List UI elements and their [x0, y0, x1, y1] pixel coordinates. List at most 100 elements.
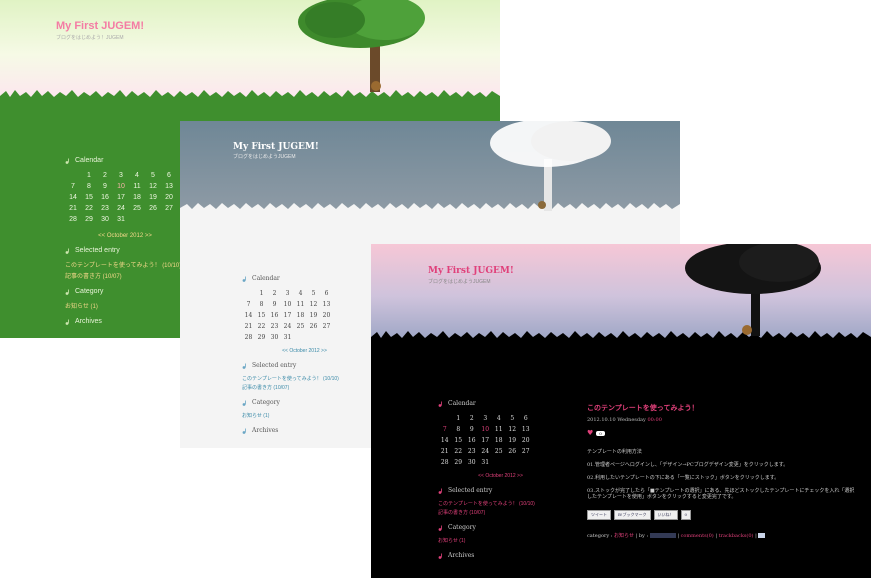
calendar-nav[interactable]: << October 2012 >>	[65, 233, 185, 239]
calendar-day: 31	[481, 459, 490, 466]
category-link[interactable]: お知らせ (1)	[242, 412, 367, 419]
comments-link[interactable]: comments(0)	[681, 533, 714, 539]
calendar-day: 16	[101, 194, 109, 201]
entry-paragraph: テンプレートの利用方法	[587, 449, 642, 455]
calendar-day[interactable]: 7	[438, 424, 452, 435]
calendar-day: 5	[311, 290, 316, 297]
calendar-day: 20	[165, 194, 173, 201]
calendar-nav[interactable]: << October 2012 >>	[242, 348, 367, 354]
calendar-day: 30	[467, 459, 476, 466]
calendar-day[interactable]: 10	[113, 181, 129, 192]
entry-time[interactable]: 00:00	[647, 417, 661, 423]
category-link[interactable]: お知らせ (1)	[65, 301, 185, 310]
calendar-grid: 1 2 3 4 5 6 7 8 9 10 11 12 13 14 15 16 17 18 19 20 21 22 23 24 2…	[438, 413, 533, 468]
calendar-day: 29	[257, 334, 266, 341]
calendar-day: 23	[270, 323, 279, 330]
calendar-day: 28	[440, 459, 449, 466]
calendar-day: 8	[456, 426, 461, 433]
archives-heading: Archives	[65, 318, 185, 325]
like-widget[interactable]: ♥ 0	[587, 429, 857, 437]
calendar-nav[interactable]: << October 2012 >>	[438, 473, 563, 479]
calendar-day: 28	[244, 334, 253, 341]
calendar-day: 29	[454, 459, 463, 466]
calendar-day[interactable]: 7	[65, 181, 81, 192]
bookmark-button[interactable]: B!ブックマーク	[614, 510, 651, 520]
selected-entry-link[interactable]: 記事の書き方 (10/07)	[438, 509, 563, 516]
selected-entry-link[interactable]: 記事の書き方 (10/07)	[242, 384, 367, 391]
trackbacks-link[interactable]: trackbacks(0)	[719, 533, 754, 539]
blog-title[interactable]: My First JUGEM!	[233, 142, 319, 152]
selected-entry-link[interactable]: このテンプレートを使ってみよう！ (10/10)	[438, 500, 563, 507]
entry: このテンプレートを使ってみよう！ 2012.10.10 Wednesday 00…	[587, 403, 857, 539]
note-icon	[438, 553, 442, 559]
calendar-day: 24	[283, 323, 292, 330]
calendar-day[interactable]: 7	[242, 299, 255, 310]
calendar-day: 1	[456, 415, 461, 422]
snow-tree-illustration	[490, 121, 611, 211]
category-heading: Category	[242, 399, 367, 406]
tweet-button[interactable]: ツイート	[587, 510, 611, 520]
calendar-day: 9	[469, 426, 474, 433]
heart-icon[interactable]: ♥	[587, 429, 593, 437]
blog-title[interactable]: My First JUGEM!	[428, 266, 514, 276]
calendar-day: 27	[165, 205, 173, 212]
calendar-day: 23	[101, 205, 109, 212]
calendar-day: 17	[481, 437, 490, 444]
calendar-day[interactable]: 10	[281, 299, 294, 310]
calendar-day: 22	[454, 448, 463, 455]
calendar-day: 14	[440, 437, 449, 444]
calendar-heading-label: Calendar	[448, 400, 476, 407]
tree-illustration	[298, 0, 425, 92]
like-button[interactable]: いいね！	[653, 510, 678, 520]
selected-entry-heading-label: Selected entry	[75, 247, 120, 254]
category-heading: Category	[65, 288, 185, 295]
category-link[interactable]: お知らせ (1)	[438, 537, 563, 544]
note-icon	[65, 158, 69, 164]
calendar-week: 28 29 30 31	[65, 214, 177, 225]
category-heading-label: Category	[75, 288, 104, 295]
entry-footer: category : お知らせ | by : | comments(0) | t…	[587, 532, 857, 539]
calendar-day: 21	[244, 323, 253, 330]
calendar-day: 8	[259, 301, 264, 308]
calendar-week: 7 8 9 10 11 12 13	[438, 424, 533, 435]
blog-title[interactable]: My First JUGEM!	[56, 20, 144, 32]
calendar-heading: Calendar	[438, 400, 563, 407]
selected-entry-heading: Selected entry	[438, 487, 563, 494]
social-buttons: ツイート B!ブックマーク いいね！ 0	[587, 510, 857, 520]
selected-entry-link[interactable]: このテンプレートを使ってみよう！ (10/10)	[65, 260, 185, 269]
calendar-week: 1 2 3 4 5 6	[438, 413, 533, 424]
calendar-day: 13	[322, 301, 331, 308]
selected-entry-link[interactable]: 記事の書き方 (10/07)	[65, 271, 185, 280]
archives-heading-label: Archives	[252, 427, 279, 434]
calendar-week: 28 29 30 31	[438, 457, 533, 468]
calendar-day: 2	[103, 172, 107, 179]
entry-paragraph: 01.管理者ページへログインし、「デザイン→PCブログデザイン変更」をクリックし…	[587, 462, 789, 468]
calendar-day: 17	[283, 312, 292, 319]
footer-category-link[interactable]: お知らせ	[614, 533, 634, 539]
calendar-heading: Calendar	[65, 157, 185, 164]
calendar-day	[438, 413, 452, 424]
calendar-day: 18	[133, 194, 141, 201]
calendar-day: 9	[272, 301, 277, 308]
calendar-day: 12	[309, 301, 318, 308]
entry-date-text: 2012.10.10 Wednesday	[587, 417, 646, 423]
calendar-day: 6	[523, 415, 528, 422]
calendar-grid: 1 2 3 4 5 6 7 8 9 10 11 12 13 14 15 16 17 18 19 20 21 22 23 24 2…	[65, 170, 177, 225]
calendar-day: 25	[296, 323, 305, 330]
like-count: 0	[596, 430, 605, 436]
calendar-day: 19	[149, 194, 157, 201]
entry-paragraph: 03.ストックが完了したら「■テンプレートの選択」にある、先ほどストックしたテン…	[587, 488, 855, 500]
like-button-count: 0	[680, 510, 692, 520]
entry-title[interactable]: このテンプレートを使ってみよう！	[587, 403, 857, 413]
selected-entry-heading-label: Selected entry	[252, 362, 297, 369]
calendar-day: 24	[117, 205, 125, 212]
note-icon	[65, 289, 69, 295]
edit-icon[interactable]	[758, 533, 766, 538]
category-heading: Category	[438, 524, 563, 531]
selected-entry-link[interactable]: このテンプレートを使ってみよう！ (10/10)	[242, 375, 367, 382]
calendar-week: 1 2 3 4 5 6	[65, 170, 177, 181]
calendar-day[interactable]: 10	[479, 424, 493, 435]
calendar-week: 28 29 30 31	[242, 332, 333, 343]
note-icon	[438, 525, 442, 531]
calendar-day: 3	[119, 172, 123, 179]
